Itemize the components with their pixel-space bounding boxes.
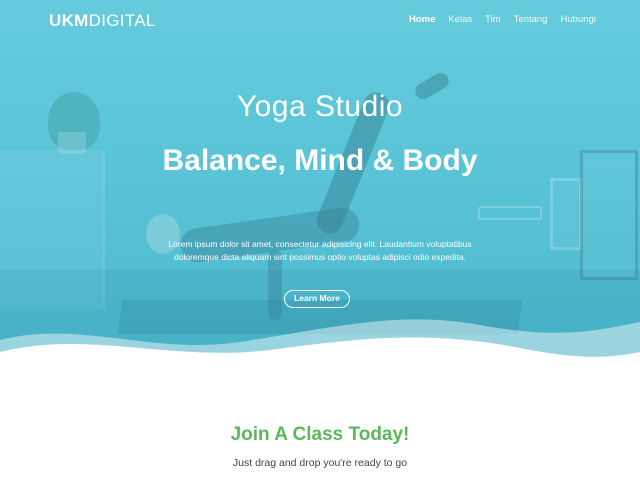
nav-hubungi[interactable]: Hubungi — [560, 14, 595, 26]
hero-description: Lorem ipsum dolor sit amet, consectetur … — [168, 239, 472, 262]
nav-kelas[interactable]: Kelas — [448, 14, 472, 26]
main-nav: Home Kelas Tim Tentang Hubungi — [409, 14, 596, 26]
nav-tentang[interactable]: Tentang — [514, 14, 548, 26]
site-logo[interactable]: UKMDIGITAL — [49, 11, 156, 31]
logo-light-text: DIGITAL — [88, 11, 156, 30]
nav-home[interactable]: Home — [409, 14, 435, 26]
section-title: Join A Class Today! — [230, 424, 410, 445]
hero-title: Balance, Mind & Body — [162, 144, 478, 177]
nav-tim[interactable]: Tim — [485, 14, 500, 26]
section-subtitle: Just drag and drop you're ready to go — [232, 457, 408, 469]
hero-wave-divider — [0, 319, 640, 380]
logo-bold-text: UKM — [49, 11, 89, 30]
hero-subtitle: Yoga Studio — [236, 90, 404, 123]
